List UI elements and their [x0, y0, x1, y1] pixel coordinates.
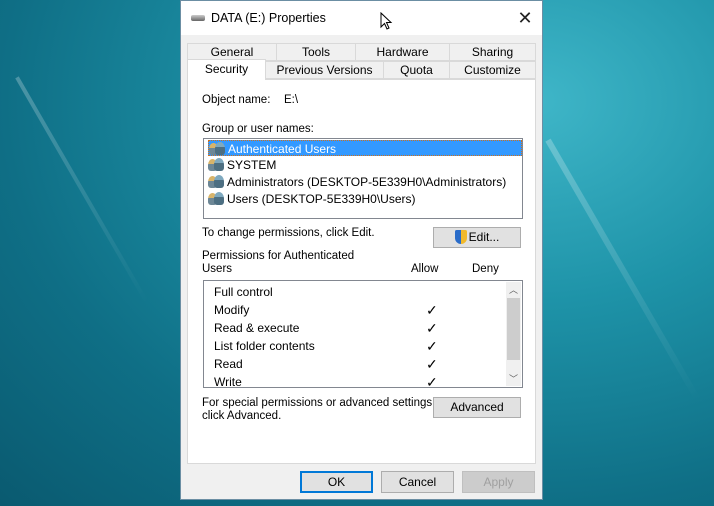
- permission-row: Write ✓: [214, 374, 504, 388]
- tab-hardware[interactable]: Hardware: [355, 43, 450, 61]
- security-panel: Object name: E:\ Group or user names: Au…: [187, 79, 536, 464]
- group-name: Administrators (DESKTOP-5E339H0\Administ…: [227, 175, 507, 189]
- user-group-icon: [208, 158, 224, 171]
- object-name-label: Object name:: [202, 94, 271, 106]
- background-light-ray: [15, 76, 149, 304]
- tab-previous-versions[interactable]: Previous Versions: [265, 61, 384, 79]
- permission-row: Read & execute ✓: [214, 320, 504, 336]
- advanced-hint-line2: click Advanced.: [202, 410, 282, 422]
- permission-row: Full control: [214, 284, 504, 300]
- drive-icon: [191, 15, 205, 21]
- permission-row: Modify ✓: [214, 302, 504, 318]
- background-light-ray: [545, 138, 701, 402]
- change-hint: To change permissions, click Edit.: [202, 227, 375, 239]
- group-label: Group or user names:: [202, 123, 314, 135]
- deny-header: Deny: [472, 263, 499, 275]
- permissions-label: Permissions for Authenticated: [202, 250, 355, 262]
- permissions-list: Full control Modify ✓ Read & execute ✓ List f…: [203, 280, 523, 388]
- allow-check-icon: ✓: [426, 374, 438, 388]
- group-name: Authenticated Users: [228, 142, 337, 156]
- advanced-button[interactable]: Advanced: [433, 397, 521, 418]
- advanced-hint: For special permissions or advanced sett…: [202, 397, 436, 409]
- ok-button[interactable]: OK: [300, 471, 373, 493]
- scrollbar-thumb[interactable]: [507, 298, 520, 360]
- permission-name: List folder contents: [214, 339, 315, 353]
- permission-name: Modify: [214, 303, 250, 317]
- cancel-button[interactable]: Cancel: [381, 471, 454, 493]
- list-item[interactable]: Authenticated Users: [208, 140, 522, 156]
- tab-quota[interactable]: Quota: [383, 61, 450, 79]
- scroll-up-icon[interactable]: ︿: [506, 283, 521, 296]
- permission-name: Full control: [214, 285, 273, 299]
- object-name-value: E:\: [284, 94, 299, 106]
- list-item[interactable]: Users (DESKTOP-5E339H0\Users): [208, 191, 416, 207]
- allow-check-icon: ✓: [426, 356, 438, 372]
- list-item[interactable]: Administrators (DESKTOP-5E339H0\Administ…: [208, 174, 506, 190]
- user-group-icon: [209, 142, 225, 155]
- tab-customize[interactable]: Customize: [449, 61, 536, 79]
- user-group-icon: [208, 192, 224, 205]
- list-item[interactable]: SYSTEM: [208, 157, 276, 173]
- uac-shield-icon: [454, 230, 467, 244]
- properties-dialog: DATA (E:) Properties ✕ General Tools Har…: [180, 0, 543, 500]
- edit-label: Edit...: [468, 230, 500, 244]
- allow-check-icon: ✓: [426, 338, 438, 354]
- permission-row: Read ✓: [214, 356, 504, 372]
- apply-button[interactable]: Apply: [462, 471, 535, 493]
- permission-row: List folder contents ✓: [214, 338, 504, 354]
- group-name: Users (DESKTOP-5E339H0\Users): [227, 192, 416, 206]
- window-title: DATA (E:) Properties: [211, 11, 326, 25]
- allow-header: Allow: [411, 263, 439, 275]
- tab-security[interactable]: Security: [187, 59, 266, 80]
- group-name: SYSTEM: [227, 158, 277, 172]
- mouse-cursor-icon: [380, 12, 393, 30]
- title-bar[interactable]: DATA (E:) Properties ✕: [181, 1, 542, 35]
- group-list[interactable]: Authenticated Users SYSTEM Administrator…: [203, 138, 523, 219]
- permission-name: Read & execute: [214, 321, 300, 335]
- edit-button[interactable]: Edit...: [433, 227, 521, 248]
- permission-name: Read: [214, 357, 243, 371]
- scroll-down-icon[interactable]: ﹀: [506, 372, 521, 385]
- allow-check-icon: ✓: [426, 302, 438, 318]
- permissions-label-user: Users: [202, 263, 233, 275]
- close-icon[interactable]: ✕: [508, 1, 542, 35]
- tab-sharing[interactable]: Sharing: [449, 43, 536, 61]
- permission-name: Write: [214, 375, 242, 388]
- tab-tools[interactable]: Tools: [276, 43, 356, 61]
- user-group-icon: [208, 175, 224, 188]
- scrollbar[interactable]: ︿ ﹀: [506, 282, 521, 386]
- allow-check-icon: ✓: [426, 320, 438, 336]
